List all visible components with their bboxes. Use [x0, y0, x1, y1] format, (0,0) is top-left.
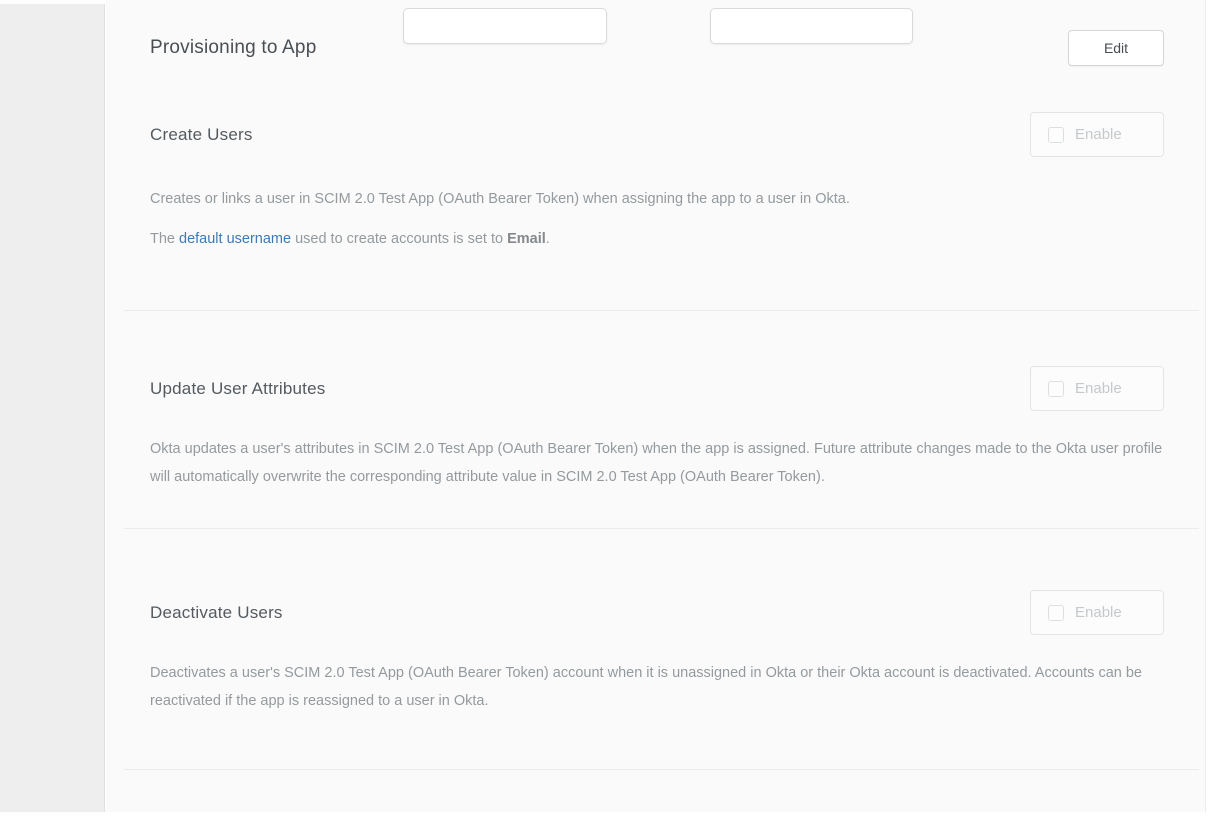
section-description: Deactivates a user's SCIM 2.0 Test App (…: [150, 659, 1164, 715]
section-create-users: Create Users Enable Creates or links a u…: [150, 112, 1164, 250]
section-description: Creates or links a user in SCIM 2.0 Test…: [150, 188, 1164, 210]
section-divider: [124, 528, 1199, 529]
enable-label: Enable: [1075, 604, 1122, 621]
panel-header: Provisioning to App Edit: [150, 30, 1164, 66]
page-title: Provisioning to App: [150, 37, 316, 59]
desc-middle: used to create accounts is set to: [291, 231, 507, 247]
page: Provisioning to App Edit Create Users En…: [0, 0, 1212, 820]
left-sidebar: [0, 4, 105, 812]
enable-toggle-update-user-attributes[interactable]: Enable: [1030, 366, 1164, 411]
section-title: Deactivate Users: [150, 603, 283, 623]
section-divider: [124, 769, 1199, 770]
default-username-link[interactable]: default username: [179, 231, 291, 247]
edit-button[interactable]: Edit: [1068, 30, 1164, 66]
section-update-user-attributes: Update User Attributes Enable Okta updat…: [150, 366, 1164, 491]
default-username-line: The default username used to create acco…: [150, 228, 1164, 250]
enable-label: Enable: [1075, 126, 1122, 143]
section-title: Create Users: [150, 125, 253, 145]
username-value: Email: [507, 231, 546, 247]
section-deactivate-users: Deactivate Users Enable Deactivates a us…: [150, 590, 1164, 715]
enable-toggle-create-users[interactable]: Enable: [1030, 112, 1164, 157]
provisioning-panel: Provisioning to App Edit Create Users En…: [106, 0, 1206, 812]
checkbox-icon[interactable]: [1048, 605, 1064, 621]
checkbox-icon[interactable]: [1048, 127, 1064, 143]
desc-prefix: The: [150, 231, 179, 247]
truncated-input-field-2[interactable]: [710, 8, 913, 44]
enable-toggle-deactivate-users[interactable]: Enable: [1030, 590, 1164, 635]
checkbox-icon[interactable]: [1048, 381, 1064, 397]
section-divider: [124, 310, 1199, 311]
enable-label: Enable: [1075, 380, 1122, 397]
desc-suffix: .: [546, 231, 550, 247]
truncated-input-field-1[interactable]: [403, 8, 607, 44]
section-title: Update User Attributes: [150, 379, 325, 399]
section-description: Okta updates a user's attributes in SCIM…: [150, 435, 1164, 491]
